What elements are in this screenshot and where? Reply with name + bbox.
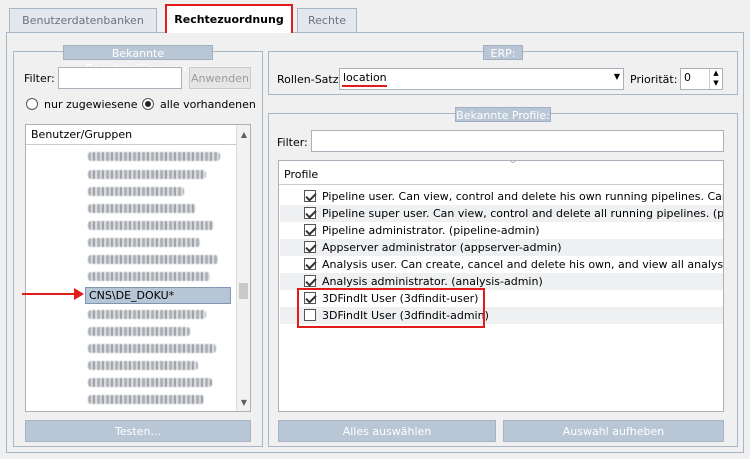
group-title: Bekannte Profile: bbox=[455, 107, 551, 122]
tab-rechte[interactable]: Rechte bbox=[297, 8, 357, 32]
group-title: ERP: bbox=[483, 45, 523, 60]
radio-assigned-only[interactable] bbox=[26, 98, 38, 110]
priority-value: 0 bbox=[684, 71, 691, 84]
scroll-down-icon[interactable]: ▼ bbox=[237, 395, 250, 409]
profile-row[interactable]: Pipeline super user. Can view, control a… bbox=[280, 205, 723, 222]
select-all-button[interactable]: Alles auswählen bbox=[278, 420, 496, 442]
radio-all-available[interactable] bbox=[142, 98, 154, 110]
user-filter-input[interactable] bbox=[58, 67, 182, 89]
profiles-header-label: Profile bbox=[284, 168, 319, 181]
blurred-user-row[interactable] bbox=[88, 361, 198, 370]
selected-user-row[interactable]: CNS\DE_DOKU* bbox=[85, 287, 231, 304]
blurred-user-row[interactable] bbox=[88, 170, 206, 179]
scroll-thumb[interactable] bbox=[239, 283, 248, 299]
profiles-column-header[interactable]: Profile ﹀ bbox=[279, 161, 723, 185]
sort-chevron-icon: ﹀ bbox=[509, 160, 517, 169]
profile-checkbox[interactable] bbox=[304, 241, 316, 253]
highlight-box-annotation bbox=[297, 288, 485, 328]
blurred-user-row[interactable] bbox=[88, 152, 220, 161]
deselect-all-button[interactable]: Auswahl aufheben bbox=[503, 420, 724, 442]
blurred-user-row[interactable] bbox=[88, 378, 212, 387]
radio-all-label: alle vorhandenen bbox=[160, 98, 256, 111]
blurred-user-row[interactable] bbox=[88, 255, 218, 264]
apply-button[interactable]: Anwenden bbox=[189, 67, 251, 89]
profile-checkbox[interactable] bbox=[304, 275, 316, 287]
test-button[interactable]: Testen... bbox=[25, 420, 251, 442]
roles-set-label: Rollen-Satz: bbox=[277, 73, 343, 86]
stepper-down-icon[interactable]: ▼ bbox=[709, 79, 722, 89]
tab-benutzerdatenbanken[interactable]: Benutzerdatenbanken bbox=[9, 8, 157, 32]
profile-row[interactable]: Appserver administrator (appserver-admin… bbox=[280, 239, 723, 256]
profile-checkbox[interactable] bbox=[304, 190, 316, 202]
roles-value-underline bbox=[342, 85, 387, 87]
blurred-user-row[interactable] bbox=[88, 204, 196, 213]
profile-row[interactable]: Pipeline user. Can view, control and del… bbox=[280, 188, 723, 205]
profile-row[interactable]: Pipeline administrator. (pipeline-admin) bbox=[280, 222, 723, 239]
profile-checkbox[interactable] bbox=[304, 207, 316, 219]
red-arrow-annotation bbox=[22, 288, 84, 300]
profiles-filter-input[interactable] bbox=[311, 130, 724, 152]
blurred-user-row[interactable] bbox=[88, 221, 214, 230]
priority-label: Priorität: bbox=[630, 73, 678, 86]
filter-label: Filter: bbox=[24, 72, 55, 85]
profile-row[interactable]: Analysis user. Can create, cancel and de… bbox=[280, 256, 723, 273]
stepper-up-icon[interactable]: ▲ bbox=[709, 69, 722, 79]
blurred-user-row[interactable] bbox=[88, 238, 200, 247]
blurred-user-row[interactable] bbox=[88, 327, 190, 336]
blurred-user-row[interactable] bbox=[88, 187, 184, 196]
tab-rechtezuordnung[interactable]: Rechtezuordnung bbox=[165, 4, 293, 33]
profile-checkbox[interactable] bbox=[304, 258, 316, 270]
priority-stepper[interactable]: 0 ▲ ▼ bbox=[680, 68, 723, 90]
profiles-list[interactable]: Profile ﹀ Pipeline user. Can view, contr… bbox=[278, 160, 724, 412]
users-list-scrollbar[interactable]: ▲ ▼ bbox=[236, 125, 250, 411]
roles-set-value: location bbox=[343, 71, 387, 84]
profiles-filter-label: Filter: bbox=[277, 136, 308, 149]
radio-assigned-label: nur zugewiesene bbox=[44, 98, 138, 111]
blurred-user-row[interactable] bbox=[88, 395, 204, 404]
blurred-user-row[interactable] bbox=[88, 272, 210, 281]
profile-checkbox[interactable] bbox=[304, 224, 316, 236]
blurred-user-row[interactable] bbox=[88, 344, 216, 353]
dropdown-arrow-icon[interactable]: ▼ bbox=[614, 72, 620, 81]
users-list-header: Benutzer/Gruppen bbox=[26, 125, 236, 145]
group-title: Bekannte Benutzer/Gruppen: bbox=[63, 45, 213, 75]
blurred-user-row[interactable] bbox=[88, 310, 206, 319]
scroll-up-icon[interactable]: ▲ bbox=[237, 127, 250, 141]
